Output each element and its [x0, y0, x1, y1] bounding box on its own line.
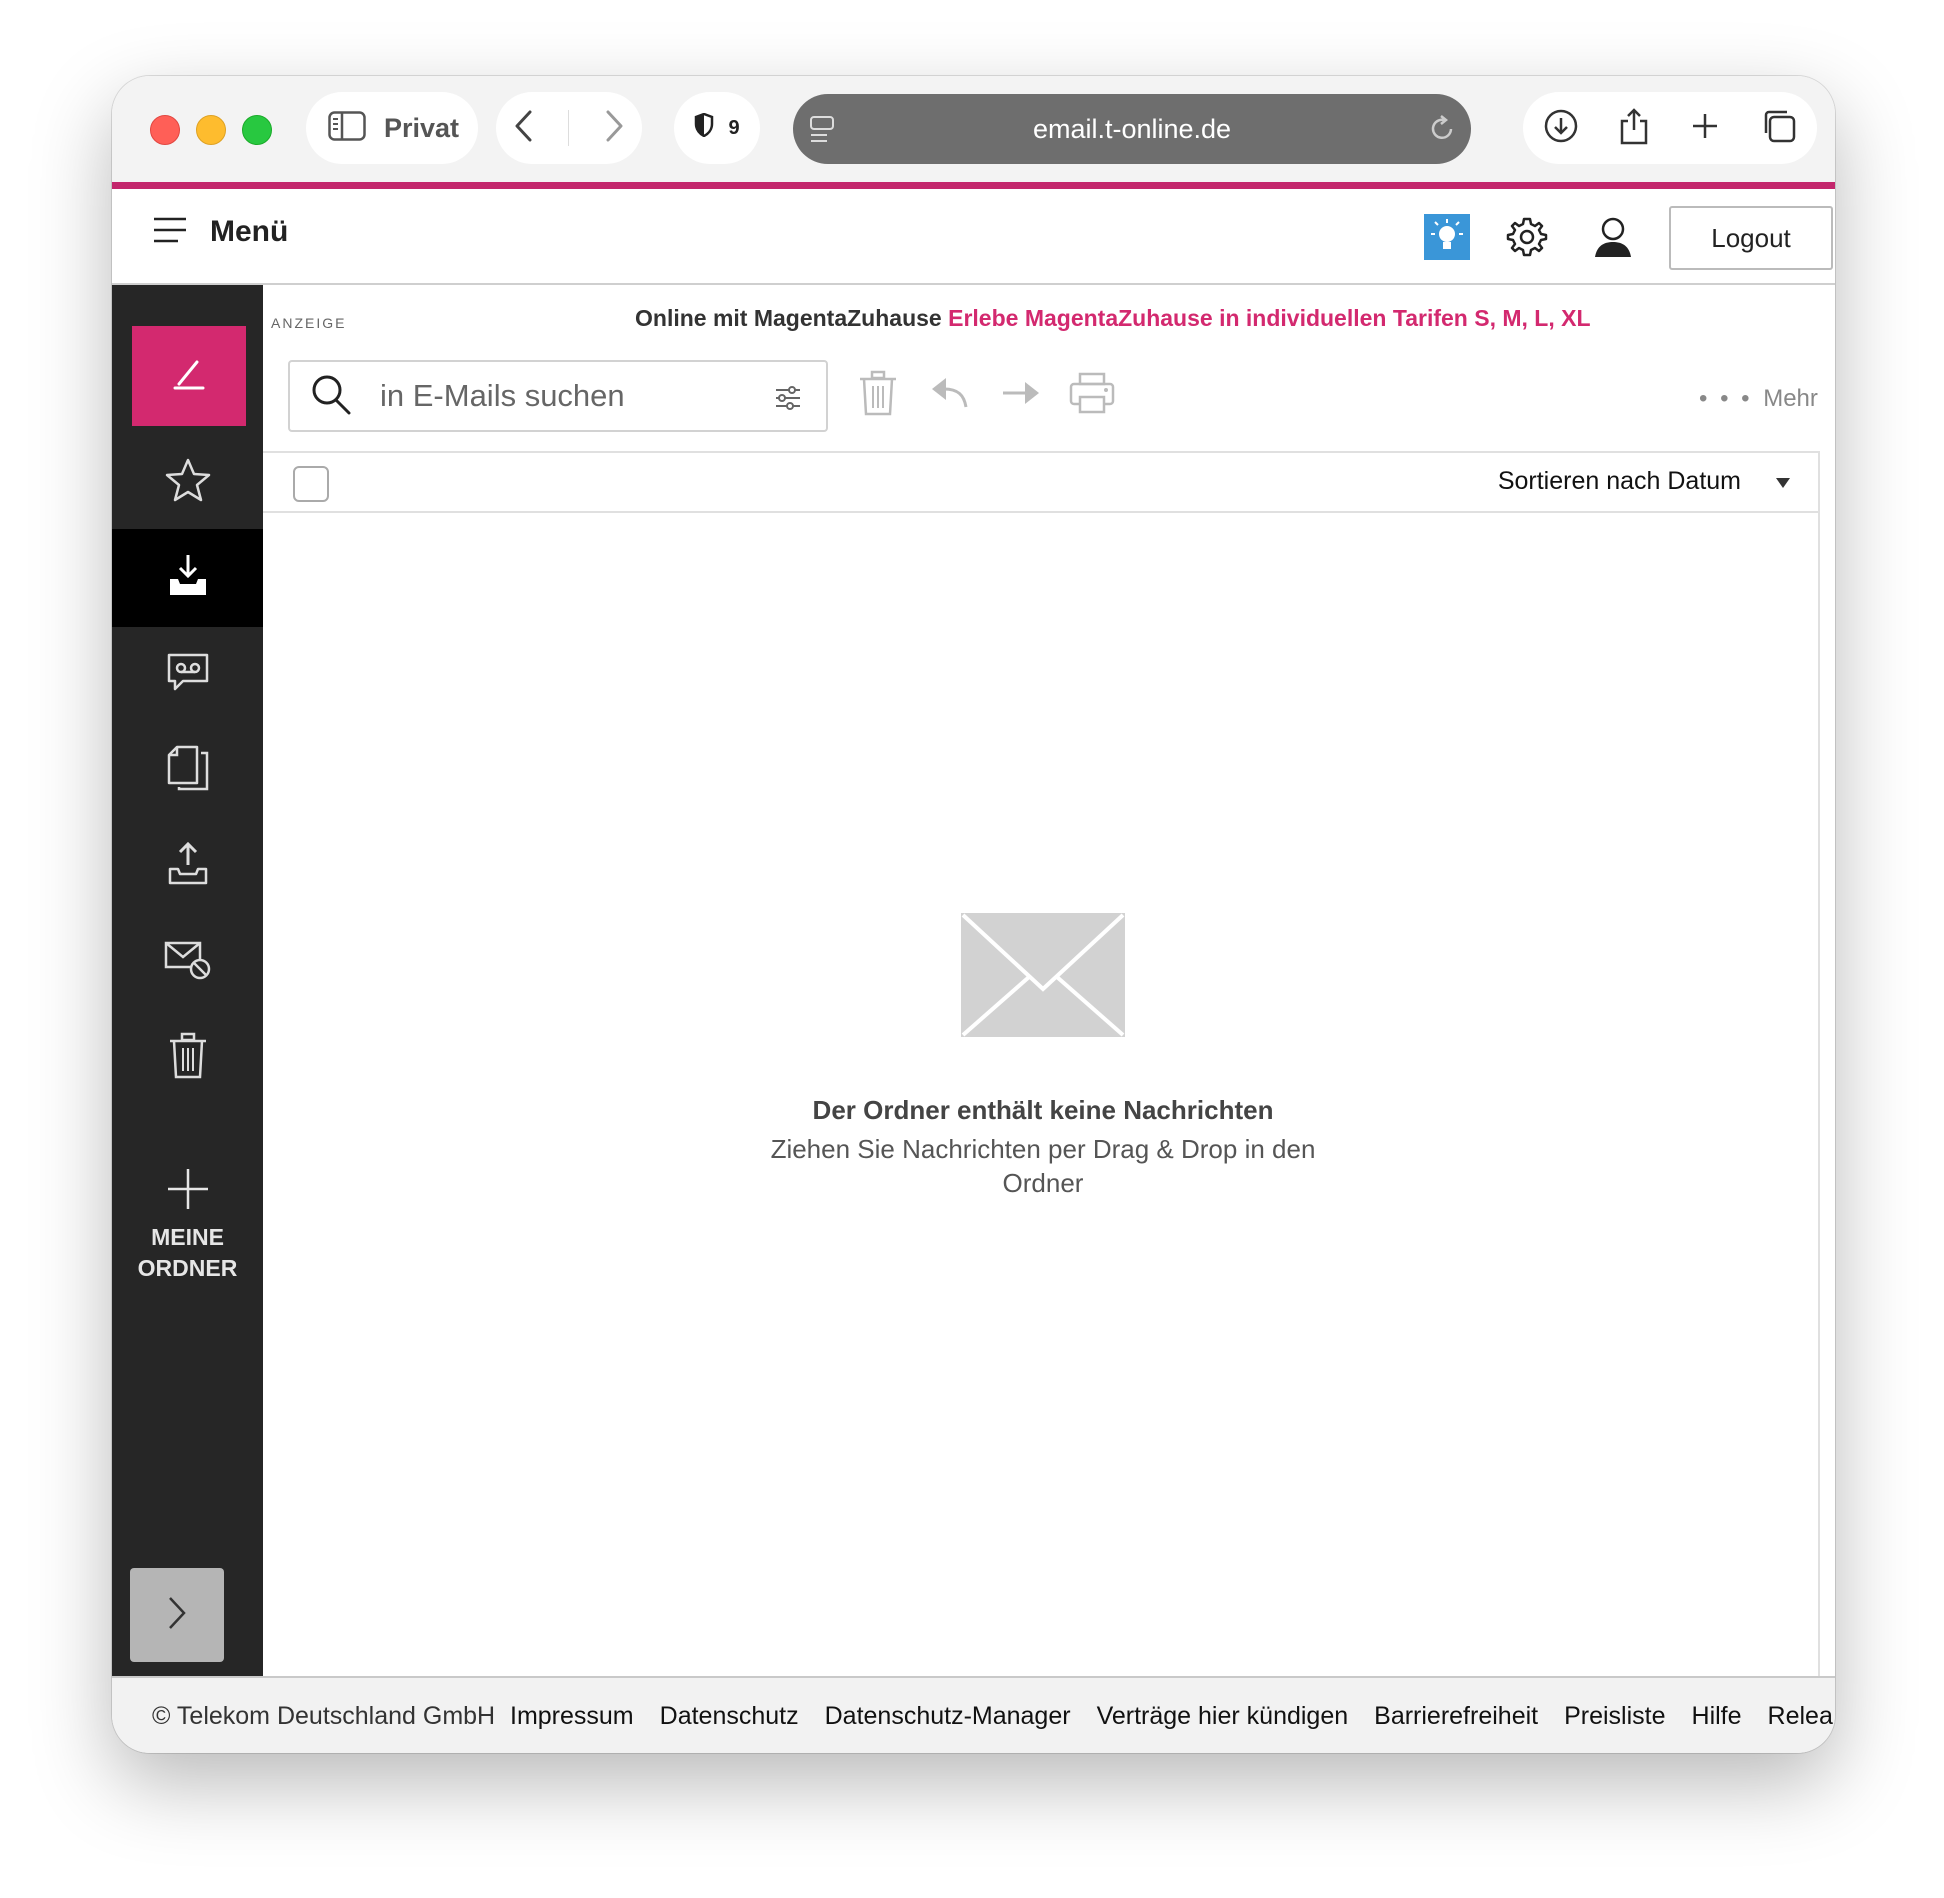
footer-link-barrierefreiheit[interactable]: Barrierefreiheit: [1374, 1702, 1538, 1731]
select-all-checkbox[interactable]: [293, 466, 329, 502]
add-folder-label-line1: MEINE: [151, 1224, 224, 1250]
brand-accent-line: [112, 182, 1835, 189]
footer-link-impressum[interactable]: Impressum: [510, 1702, 634, 1731]
profile-switcher[interactable]: Privat: [306, 92, 478, 164]
footer: © Telekom Deutschland GmbH Impressum Dat…: [112, 1676, 1835, 1753]
footer-link-datenschutz-manager[interactable]: Datenschutz-Manager: [825, 1702, 1071, 1731]
reload-icon[interactable]: [1429, 114, 1457, 149]
sidebar-item-drafts[interactable]: [112, 721, 263, 819]
shield-icon: [694, 112, 714, 143]
browser-window: Privat 9 email.t-online.de Menü Logout M…: [112, 76, 1835, 1753]
sort-label: Sortieren nach Datum: [1497, 467, 1741, 495]
search-input[interactable]: [380, 378, 760, 414]
more-dots-icon: • • •: [1699, 385, 1753, 412]
compose-icon: [171, 356, 207, 397]
more-label: Mehr: [1763, 385, 1818, 412]
search-icon: [310, 373, 352, 420]
menu-hamburger-icon: [152, 216, 188, 249]
footer-link-release[interactable]: Relea: [1768, 1702, 1833, 1731]
menu-label: Menü: [210, 215, 289, 248]
back-icon[interactable]: [513, 109, 535, 148]
reply-icon: [930, 375, 970, 416]
nav-divider: [568, 110, 570, 146]
compose-button[interactable]: [132, 326, 246, 426]
sidebar-item-voicemail[interactable]: [112, 625, 263, 723]
voicemail-icon: [165, 649, 211, 700]
add-folder-label-line2: ORDNER: [137, 1255, 238, 1281]
minimize-window-button[interactable]: [196, 115, 226, 145]
forward-button[interactable]: [994, 367, 1048, 423]
sidebar-item-favorites[interactable]: [112, 433, 263, 531]
message-list-header: Sortieren nach Datum: [263, 451, 1819, 513]
browser-toolbar: Privat 9 email.t-online.de: [112, 76, 1835, 182]
print-button[interactable]: [1065, 367, 1119, 423]
history-nav: [496, 92, 642, 164]
forward-icon: [1001, 378, 1041, 413]
footer-link-vertraege-kuendigen[interactable]: Verträge hier kündigen: [1097, 1702, 1349, 1731]
delete-button[interactable]: [851, 367, 905, 423]
empty-state-subtitle-line1: Ziehen Sie Nachrichten per Drag & Drop i…: [770, 1134, 1316, 1164]
sidebar-item-trash[interactable]: [112, 1009, 263, 1107]
menu-button[interactable]: Menü: [152, 215, 288, 249]
logout-button[interactable]: Logout: [1669, 206, 1833, 270]
favorites-star-icon: [164, 456, 212, 509]
list-divider: [1818, 451, 1820, 1676]
new-tab-icon[interactable]: [1690, 111, 1720, 146]
ad-text-dark: Online mit MagentaZuhause: [635, 305, 942, 331]
folder-sidebar: MEINE ORDNER: [112, 285, 263, 1676]
chevron-down-icon: [1775, 467, 1791, 496]
ad-label: ANZEIGE: [271, 315, 347, 331]
sidebar-item-spam[interactable]: [112, 913, 263, 1011]
close-window-button[interactable]: [150, 115, 180, 145]
forward-nav-icon[interactable]: [603, 109, 625, 148]
inbox-icon: [166, 553, 210, 604]
mail-content: ANZEIGE Online mit MagentaZuhause Erlebe…: [263, 285, 1835, 1676]
privacy-report-button[interactable]: 9: [674, 92, 760, 164]
sent-icon: [166, 841, 210, 892]
envelope-icon: [683, 913, 1403, 1037]
footer-links: Impressum Datenschutz Datenschutz-Manage…: [510, 1702, 1833, 1731]
expand-chevron-icon: [165, 1594, 189, 1637]
footer-link-datenschutz[interactable]: Datenschutz: [660, 1702, 799, 1731]
sidebar-item-inbox[interactable]: [112, 529, 263, 627]
ad-banner[interactable]: Online mit MagentaZuhause Erlebe Magenta…: [635, 305, 1591, 332]
downloads-icon[interactable]: [1544, 109, 1578, 148]
empty-state-subtitle-line2: Ordner: [1002, 1168, 1084, 1198]
trash-icon: [167, 1031, 209, 1086]
zoom-window-button[interactable]: [242, 115, 272, 145]
sort-dropdown[interactable]: Sortieren nach Datum: [1498, 467, 1791, 496]
add-folder-plus-icon: [166, 1169, 210, 1215]
share-icon[interactable]: [1619, 107, 1649, 150]
footer-link-hilfe[interactable]: Hilfe: [1692, 1702, 1742, 1731]
sidebar-item-sent[interactable]: [112, 817, 263, 915]
tab-overview-icon[interactable]: [1761, 108, 1797, 149]
tips-bulb-icon[interactable]: [1424, 214, 1470, 260]
spam-icon: [163, 937, 213, 988]
footer-link-preisliste[interactable]: Preisliste: [1564, 1702, 1665, 1731]
drafts-icon: [165, 743, 211, 798]
search-field[interactable]: [288, 360, 828, 432]
add-folder-button[interactable]: MEINE ORDNER: [112, 1167, 263, 1284]
expand-sidebar-button[interactable]: [130, 1568, 224, 1662]
address-bar[interactable]: email.t-online.de: [793, 94, 1471, 164]
empty-state: Der Ordner enthält keine Nachrichten Zie…: [683, 913, 1403, 1200]
empty-state-title: Der Ordner enthält keine Nachrichten: [812, 1095, 1274, 1125]
delete-icon: [858, 369, 898, 422]
browser-actions: [1523, 92, 1817, 164]
profile-label: Privat: [384, 112, 460, 143]
account-user-icon[interactable]: [1590, 214, 1636, 260]
print-icon: [1068, 371, 1116, 420]
tracker-count: 9: [728, 116, 740, 139]
app-header: Menü Logout: [112, 189, 1835, 285]
ad-text-pink[interactable]: Erlebe MagentaZuhause in individuellen T…: [948, 305, 1590, 331]
reply-button[interactable]: [923, 367, 977, 423]
footer-copyright: © Telekom Deutschland GmbH: [152, 1702, 496, 1730]
sidebar-toggle-icon: [328, 110, 366, 146]
page-settings-icon[interactable]: [809, 114, 835, 149]
search-filter-icon[interactable]: [774, 384, 802, 417]
url-text: email.t-online.de: [1032, 113, 1232, 144]
more-button[interactable]: • • • Mehr: [1699, 385, 1818, 413]
settings-gear-icon[interactable]: [1504, 214, 1550, 260]
